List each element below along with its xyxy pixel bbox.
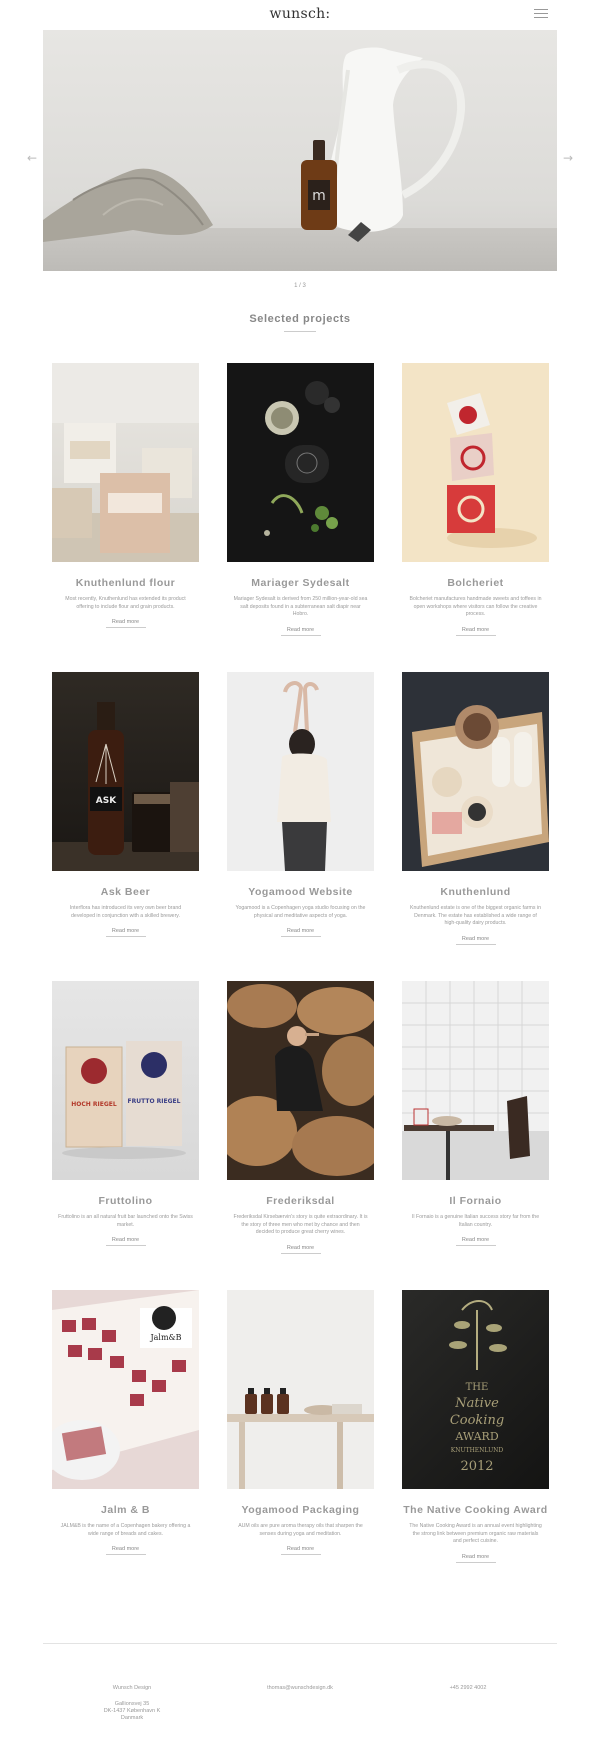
project-title[interactable]: Frederiksdal <box>227 1194 374 1208</box>
project-image[interactable] <box>227 672 374 871</box>
project-description: AUM oils are pure aroma therapy oils tha… <box>238 1523 363 1537</box>
read-more-link[interactable]: Read more <box>105 928 146 937</box>
svg-text:m: m <box>312 188 326 204</box>
project-image[interactable] <box>227 363 374 562</box>
project-image[interactable] <box>227 1290 374 1489</box>
slide-counter: 1 / 3 <box>294 283 306 289</box>
project-title[interactable]: The Native Cooking Award <box>402 1503 549 1517</box>
project-title[interactable]: Bolcheriet <box>402 576 549 590</box>
project-card[interactable]: Bolcheriet Bolcheriet manufactures handm… <box>402 363 549 636</box>
footer-address-line: DK-1437 København K <box>103 1708 161 1714</box>
svg-text:FRUTTO RIEGEL: FRUTTO RIEGEL <box>128 1098 181 1105</box>
project-description: Interflora has introduced its very own b… <box>69 905 182 919</box>
project-title[interactable]: Fruttolino <box>52 1194 199 1208</box>
project-image[interactable] <box>402 363 549 562</box>
read-more-link[interactable]: Read more <box>105 1546 146 1555</box>
project-image[interactable]: HOCH RIEGEL FRUTTO RIEGEL <box>52 981 199 1180</box>
svg-text:Jalm&B: Jalm&B <box>149 1333 181 1342</box>
project-image[interactable]: THE Native Cooking AWARD KNUTHENLUND 201… <box>402 1290 549 1489</box>
footer-divider <box>43 1643 557 1644</box>
read-more-link[interactable]: Read more <box>105 1237 146 1246</box>
project-description: JALM&B is the name of a Copenhagen baker… <box>60 1523 191 1537</box>
read-more-link[interactable]: Read more <box>455 1554 496 1563</box>
footer-address-line: Danmark <box>120 1715 144 1721</box>
svg-text:Cooking: Cooking <box>450 1413 504 1428</box>
svg-text:2012: 2012 <box>460 1459 493 1474</box>
project-image[interactable]: ASK <box>52 672 199 871</box>
project-title[interactable]: Mariager Sydesalt <box>227 576 374 590</box>
project-description: Il Fornaio is a genuine Italian success … <box>411 1214 540 1228</box>
section-divider <box>284 331 316 332</box>
project-title[interactable]: Ask Beer <box>52 885 199 899</box>
project-description: Bolcheriet manufactures handmade sweets … <box>409 596 542 617</box>
project-image[interactable] <box>402 672 549 871</box>
project-image[interactable] <box>52 363 199 562</box>
svg-text:HOCH RIEGEL: HOCH RIEGEL <box>71 1101 117 1108</box>
footer-phone[interactable]: +45 2992 4002 <box>428 1685 508 1692</box>
project-title[interactable]: Knuthenlund <box>402 885 549 899</box>
prev-arrow-icon[interactable]: ← <box>24 152 40 164</box>
section-title: Selected projects <box>249 313 351 325</box>
project-card[interactable]: Mariager Sydesalt Mariager Sydesalt is d… <box>227 363 374 636</box>
footer-company: Wunsch Design <box>112 1685 152 1691</box>
project-title[interactable]: Knuthenlund flour <box>52 576 199 590</box>
project-card[interactable]: Yogamood Website Yogamood is a Copenhage… <box>227 672 374 937</box>
project-card[interactable]: Frederiksdal Frederiksdal Kirsebærvin's … <box>227 981 374 1254</box>
svg-text:THE: THE <box>466 1382 489 1393</box>
project-title[interactable]: Il Fornaio <box>402 1194 549 1208</box>
read-more-link[interactable]: Read more <box>105 619 146 628</box>
site-header: wunsch: <box>0 0 600 30</box>
svg-text:KNUTHENLUND: KNUTHENLUND <box>451 1447 504 1454</box>
footer-address: Wunsch Design Gallionsvej 35 DK-1437 Køb… <box>92 1685 172 1722</box>
logo[interactable]: wunsch: <box>0 6 600 22</box>
read-more-link[interactable]: Read more <box>280 627 321 636</box>
project-description: The Native Cooking Award is an annual ev… <box>409 1523 542 1544</box>
svg-text:Native: Native <box>454 1396 499 1411</box>
hero-slide-image: m <box>43 30 557 271</box>
project-description: Yogamood is a Copenhagen yoga studio foc… <box>235 905 366 919</box>
read-more-link[interactable]: Read more <box>455 1237 496 1246</box>
project-description: Fruttolino is an all natural fruit bar l… <box>58 1214 193 1228</box>
project-card[interactable]: Knuthenlund flour Most recently, Knuthen… <box>52 363 199 628</box>
project-image[interactable]: Jalm&B <box>52 1290 199 1489</box>
next-arrow-icon[interactable]: → <box>560 152 576 164</box>
read-more-link[interactable]: Read more <box>280 1546 321 1555</box>
project-title[interactable]: Yogamood Packaging <box>227 1503 374 1517</box>
project-title[interactable]: Yogamood Website <box>227 885 374 899</box>
project-card[interactable]: Yogamood Packaging AUM oils are pure aro… <box>227 1290 374 1555</box>
svg-text:AWARD: AWARD <box>454 1430 498 1443</box>
read-more-link[interactable]: Read more <box>455 627 496 636</box>
read-more-link[interactable]: Read more <box>280 1245 321 1254</box>
hero-still-life: m <box>43 47 466 242</box>
project-description: Frederiksdal Kirsebærvin's story is quit… <box>233 1214 368 1235</box>
read-more-link[interactable]: Read more <box>455 936 496 945</box>
read-more-link[interactable]: Read more <box>280 928 321 937</box>
project-card[interactable]: Knuthenlund Knuthenlund estate is one of… <box>402 672 549 945</box>
project-card[interactable]: Il Fornaio Il Fornaio is a genuine Itali… <box>402 981 549 1246</box>
svg-text:ASK: ASK <box>96 796 117 806</box>
project-card[interactable]: THE Native Cooking AWARD KNUTHENLUND 201… <box>402 1290 549 1563</box>
project-description: Knuthenlund estate is one of the biggest… <box>410 905 541 926</box>
project-card[interactable]: HOCH RIEGEL FRUTTO RIEGEL Fruttolino Fru… <box>52 981 199 1246</box>
project-title[interactable]: Jalm & B <box>52 1503 199 1517</box>
project-image[interactable] <box>227 981 374 1180</box>
project-image[interactable] <box>402 981 549 1180</box>
footer-address-line: Gallionsvej 35 <box>114 1701 150 1707</box>
project-card[interactable]: ASK Ask Beer Interflora has introduced i… <box>52 672 199 937</box>
footer-email[interactable]: thomas@wunschdesign.dk <box>250 1685 350 1692</box>
hamburger-menu-icon[interactable] <box>534 9 548 19</box>
project-card[interactable]: Jalm&B Jalm & B JALM&B is the name of a … <box>52 1290 199 1555</box>
project-description: Mariager Sydesalt is derived from 250 mi… <box>233 596 368 617</box>
project-description: Most recently, Knuthenlund has extended … <box>65 596 186 610</box>
